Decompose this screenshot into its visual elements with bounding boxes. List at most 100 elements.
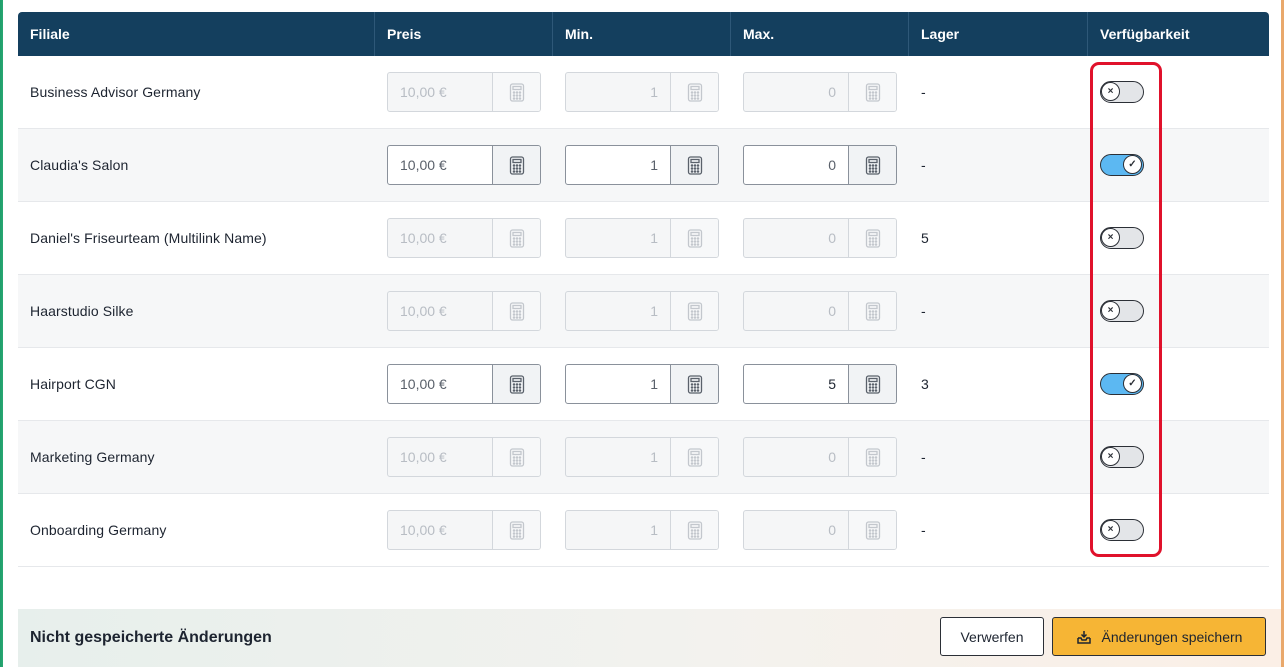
max-value: 0	[828, 157, 836, 173]
availability-toggle[interactable]: ×	[1100, 446, 1144, 468]
header-max: Max.	[731, 12, 909, 56]
max-value: 0	[828, 84, 836, 100]
x-icon: ×	[1101, 82, 1120, 101]
stock-value: -	[921, 449, 926, 465]
discard-button[interactable]: Verwerfen	[940, 617, 1044, 656]
header-preis: Preis	[375, 12, 553, 56]
calculator-icon[interactable]	[492, 365, 540, 403]
save-changes-button[interactable]: Änderungen speichern	[1052, 617, 1266, 656]
calculator-icon	[492, 73, 540, 111]
branch-name-cell: Hairport CGN	[18, 348, 375, 420]
calculator-icon	[848, 219, 896, 257]
min-input[interactable]: 1	[565, 145, 719, 185]
stock-cell: -	[909, 275, 1088, 347]
min-input[interactable]: 1	[565, 364, 719, 404]
min-value: 1	[650, 376, 658, 392]
branch-name-cell: Marketing Germany	[18, 421, 375, 493]
availability-toggle[interactable]: ×	[1100, 300, 1144, 322]
branch-name-cell: Daniel's Friseurteam (Multilink Name)	[18, 202, 375, 274]
branch-name: Haarstudio Silke	[30, 303, 134, 319]
availability-cell: ×	[1088, 421, 1269, 493]
check-icon: ✓	[1123, 155, 1142, 174]
branch-name-cell: Business Advisor Germany	[18, 56, 375, 128]
stock-cell: -	[909, 129, 1088, 201]
availability-toggle[interactable]: ×	[1100, 81, 1144, 103]
calculator-icon	[492, 292, 540, 330]
price-value: 10,00 €	[400, 84, 447, 100]
stock-value: -	[921, 84, 926, 100]
max-input: 0	[743, 437, 897, 477]
branch-table: Filiale Preis Min. Max. Lager Verfügbark…	[18, 12, 1269, 609]
price-cell: 10,00 €	[375, 348, 553, 420]
table-row: Daniel's Friseurteam (Multilink Name) 10,…	[18, 202, 1269, 275]
min-cell: 1	[553, 56, 731, 128]
max-cell: 0	[731, 494, 909, 566]
table-row: Haarstudio Silke 10,00 € 1 0 - ×	[18, 275, 1269, 348]
min-input: 1	[565, 291, 719, 331]
calculator-icon	[492, 438, 540, 476]
calculator-icon	[670, 511, 718, 549]
max-input[interactable]: 5	[743, 364, 897, 404]
price-input[interactable]: 10,00 €	[387, 364, 541, 404]
max-cell: 0	[731, 275, 909, 347]
price-cell: 10,00 €	[375, 421, 553, 493]
max-cell: 5	[731, 348, 909, 420]
min-cell: 1	[553, 494, 731, 566]
header-lager: Lager	[909, 12, 1088, 56]
calculator-icon[interactable]	[848, 146, 896, 184]
price-input[interactable]: 10,00 €	[387, 145, 541, 185]
availability-toggle[interactable]: ×	[1100, 227, 1144, 249]
min-value: 1	[650, 522, 658, 538]
price-cell: 10,00 €	[375, 202, 553, 274]
calculator-icon[interactable]	[492, 146, 540, 184]
max-value: 0	[828, 449, 836, 465]
availability-toggle[interactable]: ×	[1100, 519, 1144, 541]
table-row: Hairport CGN 10,00 € 1 5 3 ✓	[18, 348, 1269, 421]
calculator-icon[interactable]	[670, 146, 718, 184]
calculator-icon	[848, 438, 896, 476]
price-input: 10,00 €	[387, 72, 541, 112]
calculator-icon	[670, 73, 718, 111]
min-cell: 1	[553, 129, 731, 201]
stock-cell: 3	[909, 348, 1088, 420]
price-value: 10,00 €	[400, 303, 447, 319]
price-input: 10,00 €	[387, 510, 541, 550]
min-input: 1	[565, 437, 719, 477]
max-cell: 0	[731, 202, 909, 274]
table-row: Marketing Germany 10,00 € 1 0 - ×	[18, 421, 1269, 494]
price-cell: 10,00 €	[375, 494, 553, 566]
price-cell: 10,00 €	[375, 275, 553, 347]
stock-value: 3	[921, 376, 929, 392]
inbox-download-icon	[1076, 630, 1091, 644]
stock-value: -	[921, 157, 926, 173]
calculator-icon	[670, 292, 718, 330]
max-value: 0	[828, 522, 836, 538]
availability-cell: ×	[1088, 56, 1269, 128]
branch-name: Marketing Germany	[30, 449, 155, 465]
check-icon: ✓	[1123, 374, 1142, 393]
min-value: 1	[650, 230, 658, 246]
availability-cell: ✓	[1088, 129, 1269, 201]
price-input: 10,00 €	[387, 218, 541, 258]
branch-name: Hairport CGN	[30, 376, 116, 392]
max-cell: 0	[731, 421, 909, 493]
calculator-icon[interactable]	[670, 365, 718, 403]
table-body: Business Advisor Germany 10,00 € 1 0 - × Claud…	[18, 56, 1269, 567]
stock-value: 5	[921, 230, 929, 246]
min-input: 1	[565, 218, 719, 258]
availability-toggle[interactable]: ✓	[1100, 373, 1144, 395]
min-value: 1	[650, 84, 658, 100]
price-value: 10,00 €	[400, 522, 447, 538]
availability-toggle[interactable]: ✓	[1100, 154, 1144, 176]
calculator-icon	[492, 511, 540, 549]
max-cell: 0	[731, 129, 909, 201]
header-min: Min.	[553, 12, 731, 56]
calculator-icon[interactable]	[848, 365, 896, 403]
min-cell: 1	[553, 421, 731, 493]
calculator-icon	[670, 219, 718, 257]
price-value: 10,00 €	[400, 376, 447, 392]
calculator-icon	[848, 292, 896, 330]
stock-value: -	[921, 303, 926, 319]
branch-name-cell: Onboarding Germany	[18, 494, 375, 566]
max-input[interactable]: 0	[743, 145, 897, 185]
